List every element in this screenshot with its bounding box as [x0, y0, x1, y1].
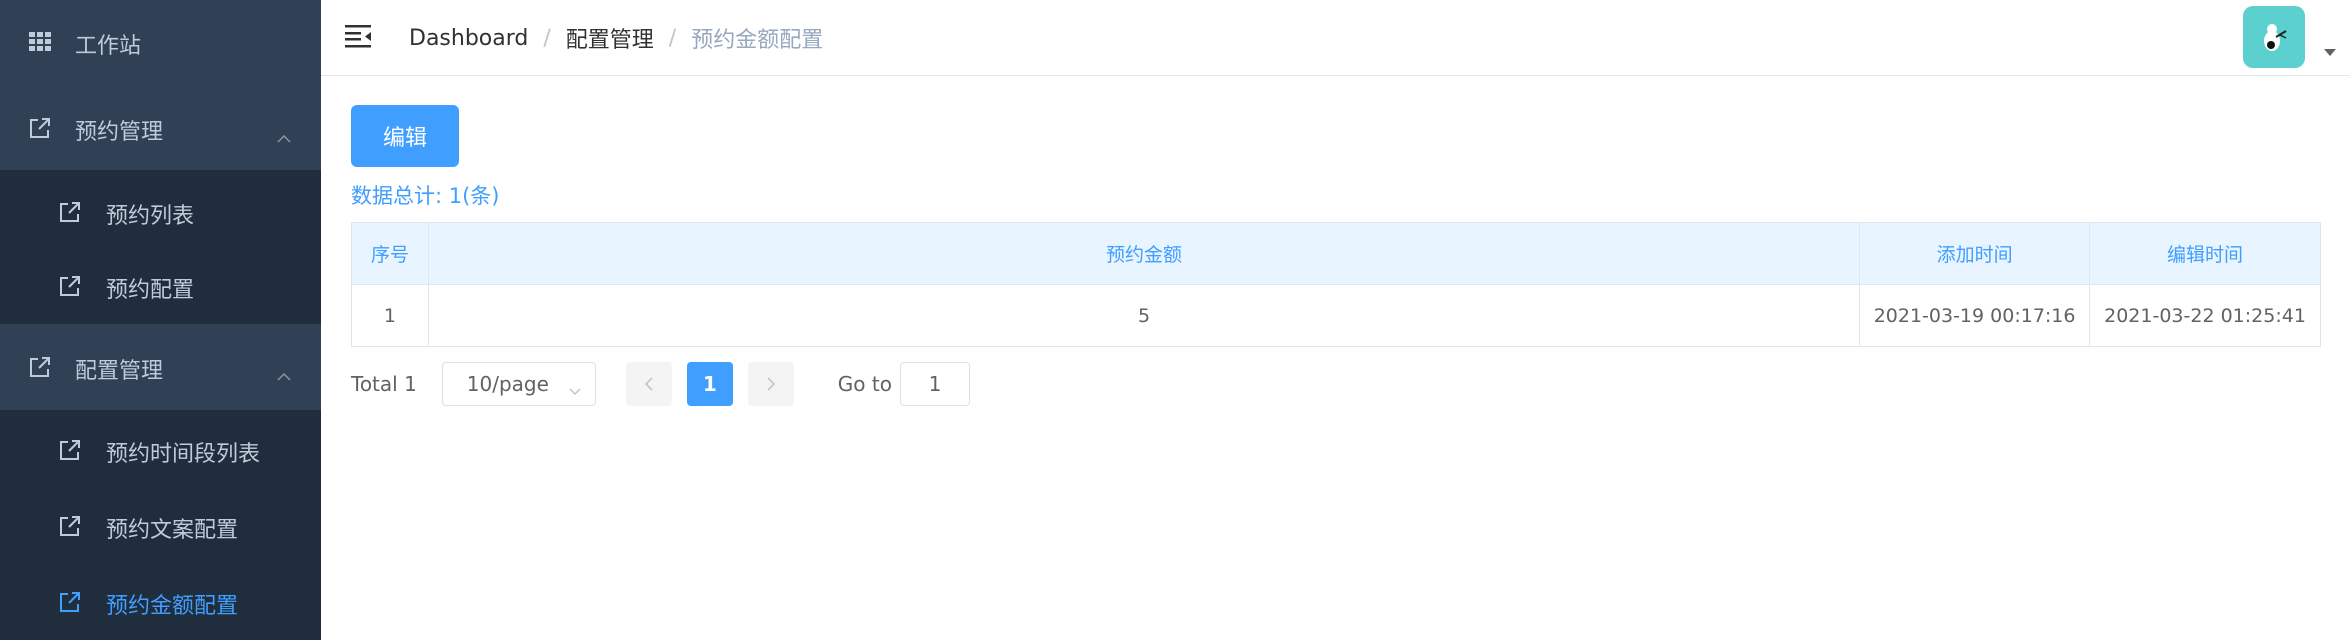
edit-button[interactable]: 编辑: [351, 105, 459, 167]
navbar: Dashboard / 配置管理 / 预约金额配置: [321, 0, 2350, 76]
next-page-button[interactable]: [747, 362, 794, 406]
breadcrumb-item-dashboard[interactable]: Dashboard: [409, 26, 528, 51]
sidebar: 工作站 预约管理 预约列表 预约配置 配置管理 预约时间段列表 预约文案配置 预…: [0, 0, 321, 640]
page-number-current[interactable]: 1: [686, 362, 733, 406]
pagination: Total 1 10/page 1 Go to 1: [351, 362, 970, 406]
app-root: 工作站 预约管理 预约列表 预约配置 配置管理 预约时间段列表 预约文案配置 预…: [0, 0, 2350, 640]
breadcrumb-separator: /: [543, 25, 551, 51]
external-link-icon: [56, 436, 84, 464]
breadcrumb-item-config-management[interactable]: 配置管理: [566, 22, 654, 54]
column-header-amount: 预约金额: [427, 222, 1861, 285]
chevron-left-icon: [644, 377, 653, 391]
cell-amount: 5: [427, 284, 1861, 347]
sidebar-item-time-slot-list[interactable]: 预约时间段列表: [0, 410, 321, 488]
sidebar-item-amount-config[interactable]: 预约金额配置: [0, 564, 321, 640]
goto-page-input[interactable]: 1: [899, 362, 970, 406]
cell-index: 1: [351, 284, 429, 347]
chevron-up-icon: [277, 362, 291, 381]
goto-label: Go to: [837, 372, 892, 396]
table-header-row: 序号 预约金额 添加时间 编辑时间: [351, 222, 2321, 285]
sidebar-item-label: 配置管理: [75, 359, 164, 384]
column-header-created-time: 添加时间: [1859, 222, 2091, 285]
caret-down-icon[interactable]: [2324, 49, 2336, 56]
sidebar-item-booking-list[interactable]: 预约列表: [0, 170, 321, 254]
chevron-up-icon: [277, 124, 291, 143]
sidebar-item-label: 预约文案配置: [106, 518, 239, 543]
cell-edited-time: 2021-03-22 01:25:41: [2089, 284, 2321, 347]
sidebar-item-config-management[interactable]: 配置管理: [0, 324, 321, 410]
page-size-value: 10/page: [466, 372, 549, 396]
breadcrumb-separator: /: [668, 25, 677, 51]
sidebar-item-booking-config[interactable]: 预约配置: [0, 246, 321, 324]
sidebar-item-label: 预约列表: [106, 204, 195, 229]
avatar[interactable]: [2243, 6, 2305, 68]
sidebar-item-copy-config[interactable]: 预约文案配置: [0, 488, 321, 564]
column-header-edited-time: 编辑时间: [2089, 222, 2321, 285]
external-link-icon: [56, 272, 84, 300]
sidebar-item-label: 工作站: [75, 34, 142, 59]
breadcrumb: Dashboard / 配置管理 / 预约金额配置: [409, 22, 823, 54]
hamburger-icon[interactable]: [345, 24, 371, 48]
page-size-select[interactable]: 10/page: [441, 362, 596, 406]
table-row[interactable]: 1 5 2021-03-19 00:17:16 2021-03-22 01:25…: [351, 284, 2321, 347]
amount-config-table: 序号 预约金额 添加时间 编辑时间 1 5 2021-03-19 00:17:1…: [351, 222, 2321, 347]
sidebar-item-workstation[interactable]: 工作站: [0, 0, 321, 84]
chevron-right-icon: [767, 377, 775, 391]
external-link-icon: [56, 512, 84, 540]
sidebar-item-label: 预约配置: [106, 278, 195, 303]
sidebar-item-booking-management[interactable]: 预约管理: [0, 86, 321, 170]
pagination-total: Total 1: [351, 372, 417, 396]
cell-created-time: 2021-03-19 00:17:16: [1859, 284, 2091, 347]
external-link-icon: [26, 114, 54, 142]
prev-page-button[interactable]: [625, 362, 672, 406]
chevron-down-icon: [569, 378, 581, 396]
column-header-index: 序号: [351, 222, 429, 285]
breadcrumb-item-current: 预约金额配置: [691, 28, 824, 53]
data-total-summary: 数据总计: 1(条): [351, 184, 500, 208]
sidebar-item-label: 预约时间段列表: [106, 442, 261, 467]
grid-icon: [26, 28, 54, 56]
external-link-icon: [56, 588, 84, 616]
sidebar-item-label: 预约金额配置: [106, 594, 239, 619]
external-link-icon: [56, 198, 84, 226]
external-link-icon: [26, 353, 54, 381]
sidebar-item-label: 预约管理: [75, 120, 164, 145]
